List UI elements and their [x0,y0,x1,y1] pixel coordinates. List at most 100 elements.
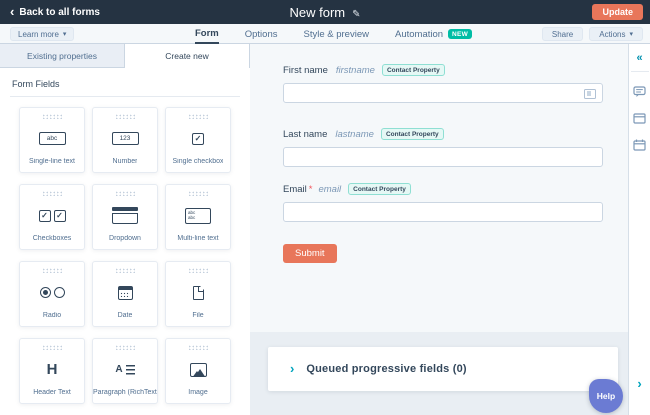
field-card-label: Single-line text [29,158,75,165]
paragraph-richtext-icon: A [115,359,134,381]
main-area: Existing properties Create new Form Fiel… [0,44,650,415]
topbar: ‹ Back to all forms New form✎ Update [0,0,650,24]
field-card-number[interactable]: 123 Number [92,107,158,173]
queued-progressive-fields-section[interactable]: › Queued progressive fields (0) [268,347,618,391]
field-card-checkboxes[interactable]: ✓ ✓ Checkboxes [19,184,85,250]
field-card-image[interactable]: Image [165,338,231,404]
lastname-field-row: Last name lastname Contact Property [283,128,603,167]
field-card-date[interactable]: Date [92,261,158,327]
actions-label: Actions [599,30,625,39]
drag-handle-icon [188,114,209,119]
drag-handle-icon [115,345,136,350]
field-card-radio[interactable]: Radio [19,261,85,327]
field-card-label: File [192,312,203,319]
left-panel: Existing properties Create new Form Fiel… [0,44,250,415]
field-card-single-checkbox[interactable]: ✓ Single checkbox [165,107,231,173]
field-type-grid: abc Single-line text 123 Number ✓ [19,107,231,404]
tab-automation[interactable]: Automation NEW [395,24,472,44]
drag-handle-icon [42,345,63,350]
drag-handle-icon [115,268,136,273]
field-label: Last name [283,129,327,140]
drag-handle-icon [115,191,136,196]
tab-form[interactable]: Form [195,24,219,44]
learn-more-label: Learn more [18,30,59,39]
page-title: New form [289,5,345,20]
personalization-token-icon[interactable] [584,89,596,99]
learn-more-button[interactable]: Learn more ▾ [10,27,74,41]
field-card-label: Number [113,158,138,165]
field-card-label: Single checkbox [173,158,224,165]
date-icon [118,282,133,304]
toolbar-right: Share Actions ▾ [542,27,643,41]
field-card-label: Header Text [33,389,71,396]
tab-options[interactable]: Options [245,24,278,44]
new-badge: NEW [448,29,472,39]
contact-property-badge: Contact Property [348,183,411,195]
single-line-text-icon: abc [39,128,66,150]
header-text-icon: H [47,359,58,381]
multi-line-text-icon: abcabc [185,205,211,227]
firstname-input[interactable] [283,83,603,103]
dropdown-icon [112,205,138,227]
field-card-single-line-text[interactable]: abc Single-line text [19,107,85,173]
field-card-dropdown[interactable]: Dropdown [92,184,158,250]
help-button[interactable]: Help [589,379,623,413]
expand-right-chevron-icon[interactable]: › [629,376,650,391]
comments-icon[interactable] [633,86,646,98]
right-rail: « › [628,44,650,415]
field-card-header-text[interactable]: H Header Text [19,338,85,404]
browser-window-icon[interactable] [633,113,646,124]
form-title-wrap: New form ✎ [0,5,650,20]
form-builder-app: ‹ Back to all forms New form✎ Update Lea… [0,0,650,415]
edit-title-icon[interactable]: ✎ [352,9,360,20]
update-button[interactable]: Update [592,4,643,20]
contact-property-badge: Contact Property [382,64,445,76]
field-card-file[interactable]: File [165,261,231,327]
lastname-input[interactable] [283,147,603,167]
tab-automation-label: Automation [395,29,443,40]
drag-handle-icon [188,345,209,350]
contact-property-badge: Contact Property [381,128,444,140]
field-card-paragraph-richtext[interactable]: A Paragraph (RichText) [92,338,158,404]
number-icon: 123 [112,128,139,150]
field-card-multi-line-text[interactable]: abcabc Multi-line text [165,184,231,250]
field-card-label: Paragraph (RichText) [93,389,157,396]
field-card-label: Dropdown [109,235,141,242]
share-button[interactable]: Share [542,27,583,41]
drag-handle-icon [115,114,136,119]
submit-button[interactable]: Submit [283,244,337,263]
drag-handle-icon [42,268,63,273]
tab-existing-properties[interactable]: Existing properties [0,44,124,67]
field-card-label: Date [118,312,133,319]
field-card-label: Multi-line text [177,235,218,242]
field-internal-name: email [318,184,341,195]
drag-handle-icon [188,268,209,273]
panel-tabs: Existing properties Create new [0,44,250,68]
expand-chevron-icon[interactable]: › [290,363,294,375]
chevron-down-icon: ▾ [629,30,633,38]
field-label: Email [283,184,307,195]
drag-handle-icon [42,114,63,119]
tab-style-preview[interactable]: Style & preview [304,24,369,44]
field-card-label: Image [188,389,207,396]
tab-create-new[interactable]: Create new [124,44,250,68]
calendar-icon[interactable] [633,139,646,151]
field-card-label: Checkboxes [33,235,72,242]
file-icon [193,282,204,304]
drag-handle-icon [188,191,209,196]
single-checkbox-icon: ✓ [192,128,204,150]
email-field-row: Email * email Contact Property [283,183,603,222]
firstname-field-row: First name firstname Contact Property [283,64,603,103]
checkboxes-icon: ✓ ✓ [39,205,66,227]
email-input[interactable] [283,202,603,222]
collapse-panel-icon[interactable]: « [636,52,642,64]
field-internal-name: lastname [335,129,374,140]
actions-button[interactable]: Actions ▾ [589,27,643,41]
main-tabs: Form Options Style & preview Automation … [195,24,472,44]
form-fields-heading: Form Fields [0,68,250,96]
required-asterisk: * [309,184,313,195]
toolbar: Learn more ▾ Form Options Style & previe… [0,24,650,44]
image-icon [190,359,207,381]
queued-progressive-fields-label: Queued progressive fields (0) [306,363,466,375]
divider [10,96,240,97]
